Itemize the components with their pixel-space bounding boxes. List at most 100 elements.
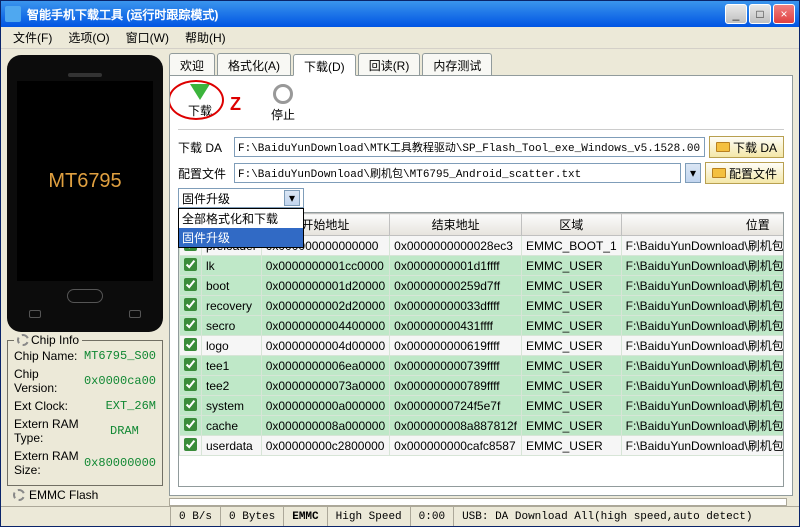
scatter-label: 配置文件 <box>178 165 230 182</box>
table-row[interactable]: logo0x0000000004d000000x000000000619ffff… <box>180 336 785 356</box>
mode-dropdown[interactable]: 固件升级 ▾ 全部格式化和下载 固件升级 <box>178 188 304 208</box>
row-region: EMMC_USER <box>521 336 621 356</box>
row-region: EMMC_USER <box>521 356 621 376</box>
menubar: 文件(F) 选项(O) 窗口(W) 帮助(H) <box>1 27 799 49</box>
row-checkbox[interactable] <box>184 398 197 411</box>
table-row[interactable]: userdata0x00000000c28000000x000000000caf… <box>180 436 785 456</box>
mode-dropdown-row: 固件升级 ▾ 全部格式化和下载 固件升级 <box>178 188 784 208</box>
mode-option-1[interactable]: 固件升级 <box>179 228 303 247</box>
row-region: EMMC_USER <box>521 256 621 276</box>
row-checkbox[interactable] <box>184 278 197 291</box>
tab-bar: 欢迎 格式化(A) 下载(D) 回读(R) 内存测试 <box>169 53 793 75</box>
menu-options[interactable]: 选项(O) <box>60 27 117 48</box>
tab-download[interactable]: 下载(D) <box>293 54 356 76</box>
row-checkbox[interactable] <box>184 358 197 371</box>
da-browse-label: 下载 DA <box>733 139 777 156</box>
row-begin: 0x0000000002d20000 <box>261 296 389 316</box>
mode-select[interactable]: 固件升级 ▾ <box>178 188 304 208</box>
app-window: 智能手机下载工具 (运行时跟踪模式) _ □ × 文件(F) 选项(O) 窗口(… <box>0 0 800 527</box>
scatter-path-input[interactable] <box>234 163 681 183</box>
col-loc[interactable]: 位置 <box>621 214 784 236</box>
chip-name-label: Chip Name: <box>14 349 84 363</box>
row-name: cache <box>202 416 262 436</box>
table-row[interactable]: tee20x00000000073a00000x000000000789ffff… <box>180 376 785 396</box>
table-row[interactable]: boot0x0000000001d200000x00000000259d7ffE… <box>180 276 785 296</box>
minimize-button[interactable]: _ <box>725 4 747 24</box>
row-end: 0x00000000259d7ff <box>390 276 522 296</box>
mode-dropdown-list: 全部格式化和下载 固件升级 <box>178 208 304 248</box>
status-time: 0:00 <box>411 507 454 526</box>
menu-window[interactable]: 窗口(W) <box>118 27 177 48</box>
row-end: 0x000000000cafc8587 <box>390 436 522 456</box>
row-checkbox[interactable] <box>184 378 197 391</box>
table-row[interactable]: secro0x00000000044000000x00000000431ffff… <box>180 316 785 336</box>
status-speed: High Speed <box>328 507 411 526</box>
mode-option-0[interactable]: 全部格式化和下载 <box>179 209 303 228</box>
chip-name-value: MT6795_S00 <box>84 349 156 363</box>
tab-welcome[interactable]: 欢迎 <box>169 53 215 75</box>
table-row[interactable]: tee10x0000000006ea00000x000000000739ffff… <box>180 356 785 376</box>
chip-info-group: Chip Info Chip Name:MT6795_S00 Chip Vers… <box>7 340 163 486</box>
action-row: 下载 Z 停止 <box>178 84 784 130</box>
chip-version-label: Chip Version: <box>14 367 84 395</box>
ram-type-label: Extern RAM Type: <box>14 417 110 445</box>
chip-version-value: 0x0000ca00 <box>84 374 156 388</box>
progress-bar <box>169 498 787 506</box>
row-begin: 0x00000000c2800000 <box>261 436 389 456</box>
da-path-input[interactable] <box>234 137 705 157</box>
da-browse-button[interactable]: 下载 DA <box>709 136 784 158</box>
row-end: 0x000000000619ffff <box>390 336 522 356</box>
row-name: system <box>202 396 262 416</box>
download-button[interactable]: 下载 <box>178 84 222 119</box>
row-end: 0x000000008a887812f <box>390 416 522 436</box>
scatter-dropdown-chevron[interactable]: ▾ <box>685 163 701 183</box>
stop-label: 停止 <box>271 106 295 123</box>
row-end: 0x0000000000028ec3 <box>390 236 522 256</box>
stop-button[interactable]: 停止 <box>261 84 305 123</box>
row-checkbox[interactable] <box>184 258 197 271</box>
status-empty <box>1 507 171 526</box>
tab-readback[interactable]: 回读(R) <box>358 53 421 75</box>
row-name: boot <box>202 276 262 296</box>
emmc-flash: EMMC Flash <box>7 486 163 506</box>
row-loc: F:\BaiduYunDownload\刷机包\userdata.img <box>621 436 784 456</box>
scatter-browse-button[interactable]: 配置文件 <box>705 162 784 184</box>
row-name: recovery <box>202 296 262 316</box>
row-region: EMMC_USER <box>521 396 621 416</box>
row-begin: 0x0000000006ea0000 <box>261 356 389 376</box>
window-title: 智能手机下载工具 (运行时跟踪模式) <box>27 6 723 23</box>
row-name: logo <box>202 336 262 356</box>
close-button[interactable]: × <box>773 4 795 24</box>
col-end[interactable]: 结束地址 <box>390 214 522 236</box>
row-loc: F:\BaiduYunDownload\刷机包\recovery.img <box>621 296 784 316</box>
ram-type-value: DRAM <box>110 424 156 438</box>
right-column: 欢迎 格式化(A) 下载(D) 回读(R) 内存测试 下载 Z 停止 <box>169 49 799 506</box>
col-region[interactable]: 区域 <box>521 214 621 236</box>
row-region: EMMC_USER <box>521 416 621 436</box>
tab-format[interactable]: 格式化(A) <box>217 53 291 75</box>
table-row[interactable]: lk0x0000000001cc00000x0000000001d1ffffEM… <box>180 256 785 276</box>
row-loc: F:\BaiduYunDownload\刷机包\cache.img <box>621 416 784 436</box>
folder-icon <box>712 168 726 178</box>
row-checkbox[interactable] <box>184 438 197 451</box>
annotation-2: Z <box>230 94 241 115</box>
tab-memtest[interactable]: 内存测试 <box>422 53 492 75</box>
row-region: EMMC_BOOT_1 <box>521 236 621 256</box>
table-row[interactable]: recovery0x0000000002d200000x00000000033d… <box>180 296 785 316</box>
menu-help[interactable]: 帮助(H) <box>177 27 234 48</box>
tab-content: 下载 Z 停止 下载 DA 下载 DA 配置文件 <box>169 75 793 496</box>
maximize-button[interactable]: □ <box>749 4 771 24</box>
row-loc: F:\BaiduYunDownload\刷机包\boot.img <box>621 276 784 296</box>
row-checkbox[interactable] <box>184 298 197 311</box>
status-bytes: 0 Bytes <box>221 507 284 526</box>
partition-table-wrap: 名称 开始地址 结束地址 区域 位置 preloader0x0000000000… <box>178 212 784 487</box>
row-region: EMMC_USER <box>521 436 621 456</box>
row-checkbox[interactable] <box>184 338 197 351</box>
menu-file[interactable]: 文件(F) <box>5 27 60 48</box>
row-checkbox[interactable] <box>184 418 197 431</box>
download-label: 下载 <box>188 102 212 119</box>
row-checkbox[interactable] <box>184 318 197 331</box>
table-row[interactable]: system0x000000000a0000000x0000000724f5e7… <box>180 396 785 416</box>
row-region: EMMC_USER <box>521 376 621 396</box>
table-row[interactable]: cache0x000000008a0000000x000000008a88781… <box>180 416 785 436</box>
